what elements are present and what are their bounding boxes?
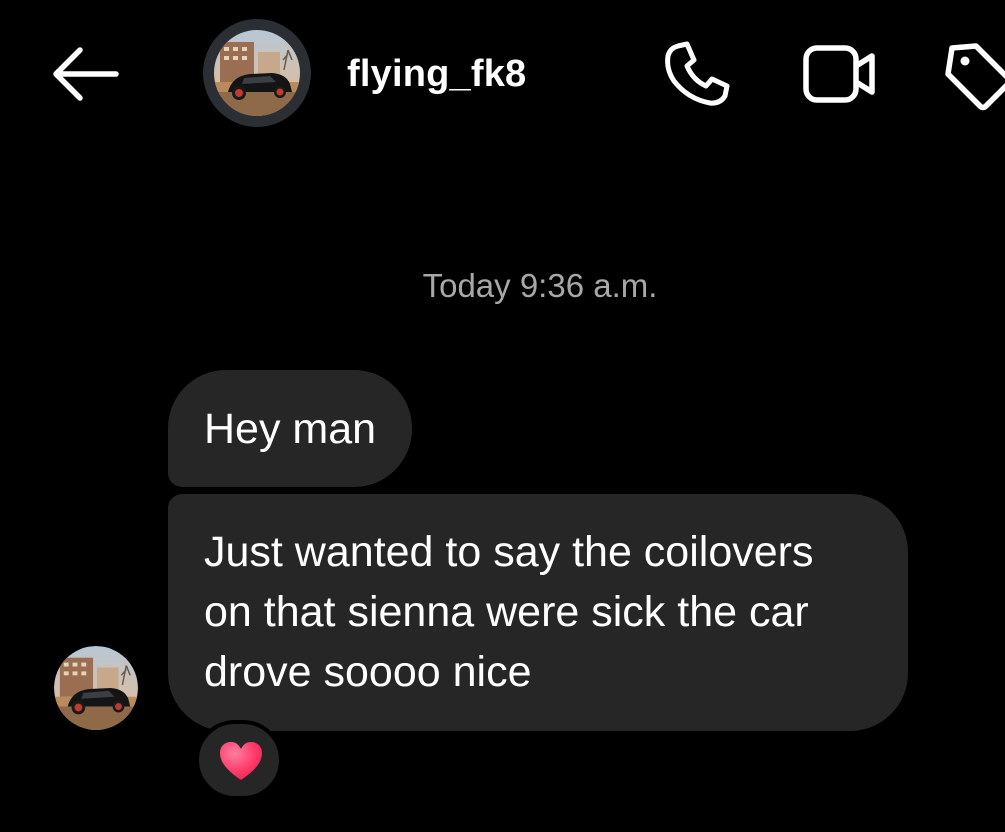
tag-icon (945, 43, 1005, 111)
video-camera-icon (803, 45, 875, 103)
message-bubble[interactable]: Just wanted to say the coilovers on that… (168, 494, 908, 731)
message-reaction[interactable] (195, 720, 283, 800)
chat-username[interactable]: flying_fk8 (347, 52, 526, 96)
tag-button[interactable] (942, 36, 1005, 112)
profile-photo (54, 646, 138, 730)
red-heart-icon (220, 742, 262, 780)
sender-avatar[interactable] (54, 646, 138, 730)
header-avatar[interactable] (203, 19, 311, 127)
message-bubble[interactable]: Hey man (168, 370, 413, 487)
back-button[interactable] (44, 38, 124, 108)
profile-photo (214, 30, 300, 116)
chat-header: flying_fk8 (0, 0, 1005, 150)
arrow-left-icon (53, 47, 119, 101)
video-call-button[interactable] (800, 36, 876, 112)
message-timestamp: Today 9:36 a.m. (422, 267, 658, 304)
phone-icon (665, 41, 730, 106)
voice-call-button[interactable] (658, 36, 734, 112)
